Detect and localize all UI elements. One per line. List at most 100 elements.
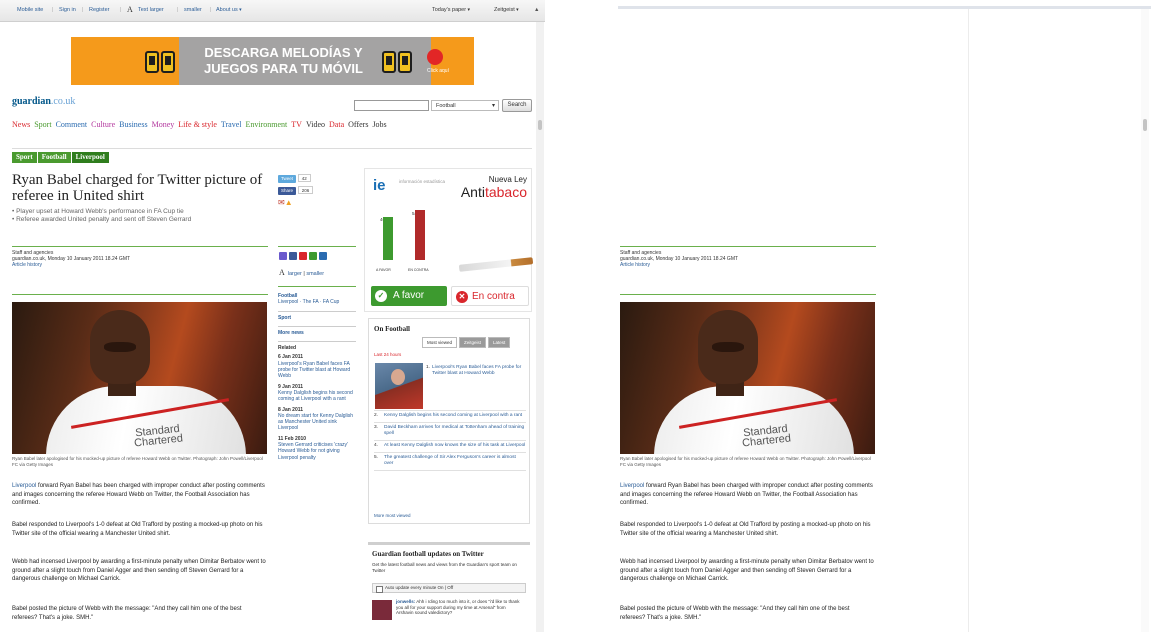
nueva-ley-label: Nueva Ley — [488, 175, 527, 184]
twitter-panel-description: Get the latest football news and views f… — [372, 562, 517, 573]
text-smaller-link[interactable]: smaller — [184, 7, 202, 13]
share-icon[interactable] — [309, 252, 317, 260]
nav-item-environment[interactable]: Environment — [246, 120, 288, 129]
nav-item-comment[interactable]: Comment — [56, 120, 88, 129]
article-paragraph: Babel responded to Liverpool's 1-0 defea… — [620, 522, 871, 537]
breadcrumb-sport[interactable]: Sport — [12, 152, 37, 163]
article-photo: Standard Chartered — [620, 302, 875, 454]
text-larger-link[interactable]: larger — [288, 271, 302, 277]
separator: | — [82, 7, 84, 13]
text-size-controls: Alarger | smaller — [279, 268, 325, 277]
advert-banner[interactable]: DESCARGA MELODÍAS Y JUEGOS PARA TU MÓVIL… — [71, 37, 474, 85]
en-contra-button[interactable]: ✕ En contra — [451, 286, 529, 306]
check-icon: ✓ — [375, 290, 387, 302]
facebook-share-button[interactable]: Share — [278, 187, 297, 195]
auto-update-toggle[interactable]: Auto update every minute On | Off — [372, 583, 526, 593]
list-item-text: The greatest challenge of Sir Alex Fergu… — [384, 455, 516, 466]
nav-item-culture[interactable]: Culture — [91, 120, 115, 129]
nav-item-life-style[interactable]: Life & style — [178, 120, 217, 129]
byline: Staff and agencies guardian.co.uk, Monda… — [620, 250, 738, 268]
more-share-icon[interactable]: ✉▲ — [278, 198, 338, 207]
scrollbar-thumb[interactable] — [538, 120, 542, 130]
liverpool-link[interactable]: Liverpool — [620, 483, 644, 489]
advert-click-label: Click aquí — [427, 68, 449, 74]
search-button[interactable]: Search — [502, 99, 532, 112]
anti-text: Anti — [460, 184, 485, 200]
zeitgeist-menu[interactable]: Zeitgeist — [494, 7, 519, 13]
right-window: Staff and agencies guardian.co.uk, Monda… — [618, 0, 1151, 632]
breadcrumb-liverpool[interactable]: Liverpool — [71, 152, 109, 163]
scrollbar[interactable] — [536, 22, 544, 632]
tab-latest[interactable]: Latest — [488, 337, 511, 348]
scroll-up-icon[interactable]: ▲ — [534, 7, 539, 13]
tab-zeitgeist[interactable]: Zeitgeist — [459, 337, 487, 348]
list-item[interactable]: 2. Kenny Dalglish begins his second comin… — [374, 411, 526, 423]
separator: | — [120, 7, 122, 13]
list-item[interactable]: 1. Liverpool's Ryan Babel faces FA probe … — [374, 363, 526, 411]
search-scope-select[interactable]: Football — [431, 100, 499, 111]
scrollbar-thumb[interactable] — [1143, 119, 1147, 131]
nav-item-jobs[interactable]: Jobs — [372, 120, 386, 129]
article-history-link[interactable]: Article history — [12, 262, 130, 268]
print-icon[interactable] — [299, 252, 307, 260]
poll-advert[interactable]: ie información estadística Nueva Ley Ant… — [364, 168, 534, 312]
nav-item-offers[interactable]: Offers — [348, 120, 368, 129]
email-icon[interactable] — [279, 252, 287, 260]
nav-item-money[interactable]: Money — [152, 120, 175, 129]
related-link[interactable]: Kenny Dalglish begins his second coming … — [278, 390, 356, 403]
tweet-handle[interactable]: jonwells: — [396, 599, 415, 604]
sport-heading[interactable]: Sport — [278, 315, 356, 321]
nav-item-tv[interactable]: TV — [291, 120, 302, 129]
list-item[interactable]: 3. David Beckham arrives for medical at T… — [374, 423, 526, 441]
standfirst: • Player upset at Howard Webb's performa… — [12, 208, 272, 224]
about-us-menu[interactable]: About us — [216, 7, 242, 13]
byline: Staff and agencies guardian.co.uk, Monda… — [12, 250, 130, 268]
tweet-count: 42 — [297, 174, 311, 182]
related-link[interactable]: Liverpool's Ryan Babel faces FA probe fo… — [278, 361, 356, 380]
sign-in-link[interactable]: Sign in — [59, 7, 76, 13]
tweet-body: Ahh i rding too much into it, or does "i… — [396, 599, 520, 615]
more-most-viewed-link[interactable]: More most viewed — [374, 513, 411, 518]
list-item-text: Kenny Dalglish begins his second coming … — [384, 413, 523, 418]
list-item[interactable]: 5. The greatest challenge of Sir Alex Fer… — [374, 453, 526, 471]
nav-item-data[interactable]: Data — [329, 120, 344, 129]
related-link[interactable]: No dream start for Kenny Dalglish as Man… — [278, 413, 356, 432]
tweet-button[interactable]: Tweet — [278, 175, 297, 183]
nav-item-video[interactable]: Video — [306, 120, 325, 129]
tab-most-viewed[interactable]: Most viewed — [422, 337, 458, 348]
related-link[interactable]: Steven Gerrard criticises 'crazy' Howard… — [278, 442, 356, 461]
divider — [12, 294, 268, 295]
todays-paper-menu[interactable]: Today's paper — [432, 7, 470, 13]
facebook-count: 206 — [297, 186, 314, 194]
ie-subtitle: información estadística — [399, 179, 446, 184]
breadcrumb-football[interactable]: Football — [37, 152, 71, 163]
liverpool-link[interactable]: Liverpool — [12, 483, 36, 489]
scrollbar[interactable] — [1141, 9, 1149, 632]
bookmark-icon[interactable] — [319, 252, 327, 260]
cigarette-icon — [458, 257, 534, 272]
text-larger-link[interactable]: Text larger — [138, 7, 164, 13]
guardian-logo[interactable]: guardian.co.uk — [12, 96, 75, 107]
register-link[interactable]: Register — [89, 7, 109, 13]
text-smaller-link[interactable]: smaller — [306, 271, 324, 277]
divider — [278, 246, 356, 247]
photo-caption: Ryan Babel later apologised for his mock… — [12, 456, 263, 467]
mobile-site-link[interactable]: Mobile site — [17, 7, 43, 13]
more-news-link[interactable]: More news — [278, 330, 356, 336]
a-favor-button[interactable]: ✓ A favor — [371, 286, 447, 306]
article-paragraph: Babel posted the picture of Webb with th… — [12, 606, 242, 621]
article-history-link[interactable]: Article history — [620, 262, 738, 268]
list-item-text: At least Kenny Dalglish now knows the si… — [384, 443, 526, 448]
nav-item-sport[interactable]: Sport — [34, 120, 51, 129]
related-heading: Related — [278, 345, 297, 352]
en-contra-label: En contra — [472, 291, 515, 302]
avatar[interactable] — [372, 600, 392, 620]
article-paragraph: Liverpool forward Ryan Babel has been ch… — [12, 482, 267, 508]
football-tag-links[interactable]: Liverpool · The FA · FA Cup — [278, 299, 356, 305]
nav-item-business[interactable]: Business — [119, 120, 147, 129]
list-item[interactable]: 4. At least Kenny Dalglish now knows the … — [374, 441, 526, 453]
search-input[interactable] — [354, 100, 429, 111]
nav-item-travel[interactable]: Travel — [221, 120, 242, 129]
facebook-icon[interactable] — [289, 252, 297, 260]
nav-item-news[interactable]: News — [12, 120, 30, 129]
